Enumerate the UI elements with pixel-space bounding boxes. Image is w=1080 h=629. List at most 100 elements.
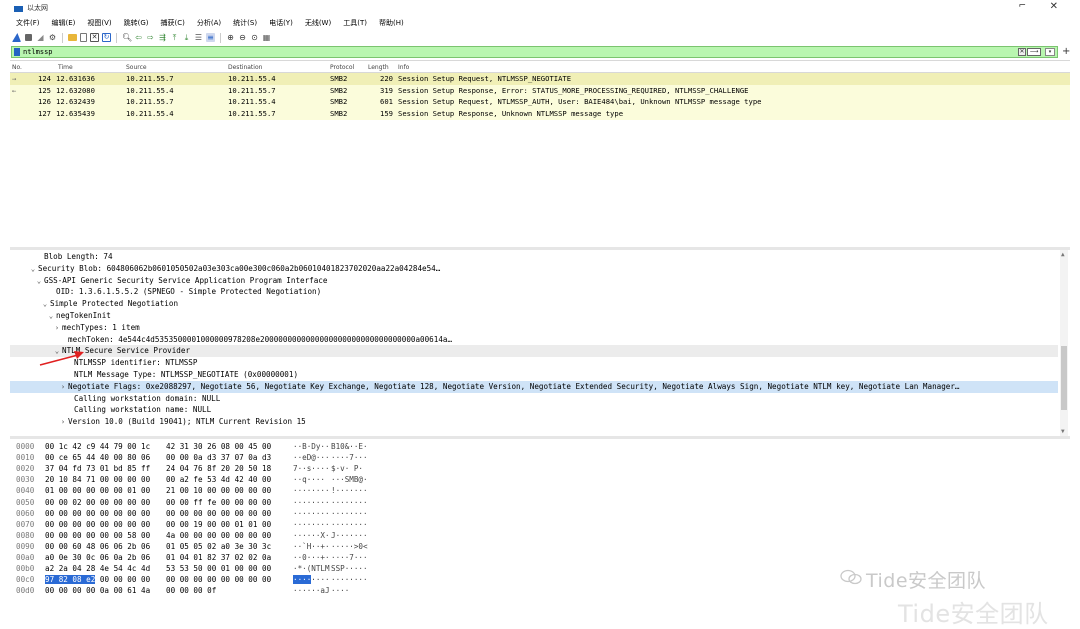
hex-bytes: 00 00 00 00 xyxy=(95,575,151,585)
column-header-source[interactable]: Source xyxy=(126,64,147,71)
autoscroll-icon[interactable]: ☰ xyxy=(194,33,203,42)
find-icon[interactable]: 🔍︎ xyxy=(122,33,132,42)
menu-item[interactable]: 分析(A) xyxy=(191,16,227,30)
menu-item[interactable]: 视图(V) xyxy=(81,16,117,30)
detail-tree-item[interactable]: › Negotiate Flags: 0xe2088297, Negotiate … xyxy=(10,380,1058,393)
ascii-text: ·····>0< xyxy=(331,541,368,551)
menu-item[interactable]: 跳转(G) xyxy=(118,16,155,30)
hex-dump-row[interactable]: 0030 20 10 84 71 00 00 00 00 00 a2 fe 53 4… xyxy=(10,474,1050,485)
hex-dump-row[interactable]: 00a0 a0 0e 30 0c 06 0a 2b 06 01 04 01 82 3… xyxy=(10,552,1050,563)
detail-tree-item[interactable]: › Version 10.0 (Build 19041); NTLM Curren… xyxy=(10,416,1058,428)
column-header-info[interactable]: Info xyxy=(398,64,409,71)
ascii-text: B10&··E· xyxy=(331,442,368,451)
minimize-icon[interactable]: ⌐ xyxy=(1018,1,1026,11)
menu-item[interactable]: 电话(Y) xyxy=(263,16,299,30)
column-header-time[interactable]: Time xyxy=(58,64,73,71)
hex-bytes: 00 00 00 00 00 00 00 00 xyxy=(166,575,272,585)
go-last-icon[interactable]: ⤓ xyxy=(182,33,191,42)
menu-item[interactable]: 帮助(H) xyxy=(373,16,410,30)
collapsed-chevron-icon[interactable]: › xyxy=(58,417,68,429)
column-header-destination[interactable]: Destination xyxy=(228,64,262,71)
hex-dump-row[interactable]: 0090 00 00 60 48 06 06 2b 06 01 05 05 02 a… xyxy=(10,541,1050,552)
packet-row[interactable]: ← 125 12.632080 10.211.55.4 10.211.55.7 SMB2 3… xyxy=(10,84,1070,97)
options-gear-icon[interactable]: ⚙ xyxy=(48,33,57,42)
scroll-down-icon[interactable]: ▼ xyxy=(1061,428,1065,435)
hex-bytes: 00 00 0a d3 37 07 0a d3 xyxy=(166,453,272,463)
detail-tree-item[interactable]: ⌄ GSS-API Generic Security Service Applic… xyxy=(10,275,1058,287)
column-header-protocol[interactable]: Protocol xyxy=(330,64,354,71)
column-header-length[interactable]: Length xyxy=(368,64,389,71)
hex-dump-row[interactable]: 0010 00 ce 65 44 40 00 80 06 00 00 0a d3 3… xyxy=(10,452,1050,463)
detail-tree-item[interactable]: ⌄ Security Blob: 604806062b0601050502a03e… xyxy=(10,263,1058,275)
menu-item[interactable]: 编辑(E) xyxy=(46,16,82,30)
ascii-text: ···SMB@· xyxy=(331,475,368,485)
detail-tree-item[interactable]: OID: 1.3.6.1.5.5.2 (SPNEGO - Simple Prot… xyxy=(10,286,1058,298)
menu-item[interactable]: 捕获(C) xyxy=(155,16,191,30)
detail-tree-item[interactable]: Calling workstation domain: NULL xyxy=(10,393,1058,405)
display-filter-input[interactable] xyxy=(23,47,1003,57)
packet-details-pane[interactable]: Blob Length: 74 ⌄ Security Blob: 604806062… xyxy=(10,250,1070,436)
file-icon[interactable] xyxy=(80,33,87,42)
hex-offset: 00d0 xyxy=(16,586,35,596)
packet-row[interactable]: 126 12.632439 10.211.55.7 10.211.55.4 SMB2 60… xyxy=(10,96,1070,109)
zoom-reset-icon[interactable]: ⊙ xyxy=(250,33,259,42)
detail-tree-item[interactable]: mechToken: 4e544c4d535350000100000097820… xyxy=(10,334,1058,346)
detail-tree-item[interactable]: ⌄ negTokenInit xyxy=(10,310,1058,322)
hex-bytes: 00 00 00 00 00 00 58 00 xyxy=(45,530,151,540)
menu-item[interactable]: 无线(W) xyxy=(299,16,337,30)
ascii-text: ··q···· xyxy=(293,475,326,485)
menu-item[interactable]: 统计(S) xyxy=(227,16,263,30)
scroll-up-icon[interactable]: ▲ xyxy=(1061,251,1065,258)
detail-tree-item[interactable]: ⌄ Simple Protected Negotiation xyxy=(10,298,1058,310)
hex-dump-row[interactable]: 0050 00 00 02 00 00 00 00 00 00 00 ff fe 0… xyxy=(10,497,1050,508)
packet-list-pane[interactable]: No. Time Source Destination Protocol Len… xyxy=(10,60,1070,247)
ascii-text: ········ xyxy=(331,497,368,507)
stop-icon[interactable] xyxy=(25,34,32,41)
menu-item[interactable]: 工具(T) xyxy=(337,16,373,30)
detail-tree-item[interactable]: › mechTypes: 1 item xyxy=(10,322,1058,334)
shark-fin-start-icon[interactable] xyxy=(12,33,21,42)
bookmark-icon[interactable] xyxy=(14,48,20,56)
resize-columns-icon[interactable]: ▦ xyxy=(262,33,271,42)
close-file-icon[interactable]: ✕ xyxy=(90,33,99,42)
menu-item[interactable]: 文件(F) xyxy=(10,16,46,30)
go-to-packet-icon[interactable]: ⇶ xyxy=(158,33,167,42)
column-header-no[interactable]: No. xyxy=(12,64,22,71)
zoom-in-icon[interactable]: ⊕ xyxy=(226,33,235,42)
detail-tree-item[interactable]: Blob Length: 74 xyxy=(10,251,1058,263)
apply-filter-arrow-icon[interactable]: ⟶ xyxy=(1027,48,1041,56)
detail-tree-item[interactable]: NTLM Message Type: NTLMSSP_NEGOTIATE (0x… xyxy=(10,369,1058,381)
hex-dump-row[interactable]: 0000 00 1c 42 c9 44 79 00 1c 42 31 30 26 0… xyxy=(10,441,1050,452)
detail-tree-item[interactable]: ⌄ NTLM Secure Service Provider xyxy=(10,345,1058,358)
go-first-icon[interactable]: ⤒ xyxy=(170,33,179,42)
hex-offset: 0010 xyxy=(16,453,35,463)
filter-history-dropdown-icon[interactable]: ▾ xyxy=(1045,48,1055,56)
hex-dump-row[interactable]: 0080 00 00 00 00 00 00 58 00 4a 00 00 00 0… xyxy=(10,530,1050,541)
colorize-icon[interactable]: ≡ xyxy=(206,33,215,42)
clear-filter-icon[interactable]: ✕ xyxy=(1018,48,1026,56)
packet-row[interactable]: 127 12.635439 10.211.55.4 10.211.55.7 SMB2 15… xyxy=(10,108,1070,120)
close-icon[interactable]: ✕ xyxy=(1050,1,1058,12)
details-scrollbar-thumb[interactable] xyxy=(1061,346,1067,410)
add-filter-button-icon[interactable]: + xyxy=(1062,46,1070,57)
hex-dump-row[interactable]: 0040 01 00 00 00 00 00 01 00 21 00 10 00 0… xyxy=(10,485,1050,496)
packet-cell-len: 220 xyxy=(380,74,393,83)
packet-row[interactable]: → 124 12.631636 10.211.55.7 10.211.55.4 SMB2 2… xyxy=(10,73,1070,85)
ascii-text: ··eD@··· xyxy=(293,453,330,463)
reload-icon[interactable]: ↻ xyxy=(102,33,111,42)
packet-cell-time: 12.631636 xyxy=(56,74,95,83)
go-forward-icon[interactable]: ⇨ xyxy=(146,33,155,42)
detail-tree-label: negTokenInit xyxy=(56,311,111,320)
hex-bytes: 4a 00 00 00 00 00 00 00 xyxy=(166,530,272,540)
open-folder-icon[interactable] xyxy=(68,34,77,41)
details-scrollbar[interactable]: ▲ ▼ xyxy=(1060,250,1068,436)
detail-tree-item[interactable]: NTLMSSP identifier: NTLMSSP xyxy=(10,357,1058,369)
zoom-out-icon[interactable]: ⊖ xyxy=(238,33,247,42)
menu-bar: 文件(F) 编辑(E) 视图(V) 跳转(G) 捕获(C) 分析(A) 统计(S) 电话(Y)… xyxy=(10,16,410,30)
detail-tree-item[interactable]: Calling workstation name: NULL xyxy=(10,404,1058,416)
restart-icon[interactable]: ◢ xyxy=(36,33,45,42)
hex-dump-row[interactable]: 0020 37 04 fd 73 01 bd 85 ff 24 04 76 8f 2… xyxy=(10,463,1050,474)
go-back-icon[interactable]: ⇦ xyxy=(134,33,143,42)
hex-dump-row[interactable]: 0060 00 00 00 00 00 00 00 00 00 00 00 00 0… xyxy=(10,508,1050,519)
hex-dump-row[interactable]: 0070 00 00 00 00 00 00 00 00 00 00 19 00 0… xyxy=(10,519,1050,530)
